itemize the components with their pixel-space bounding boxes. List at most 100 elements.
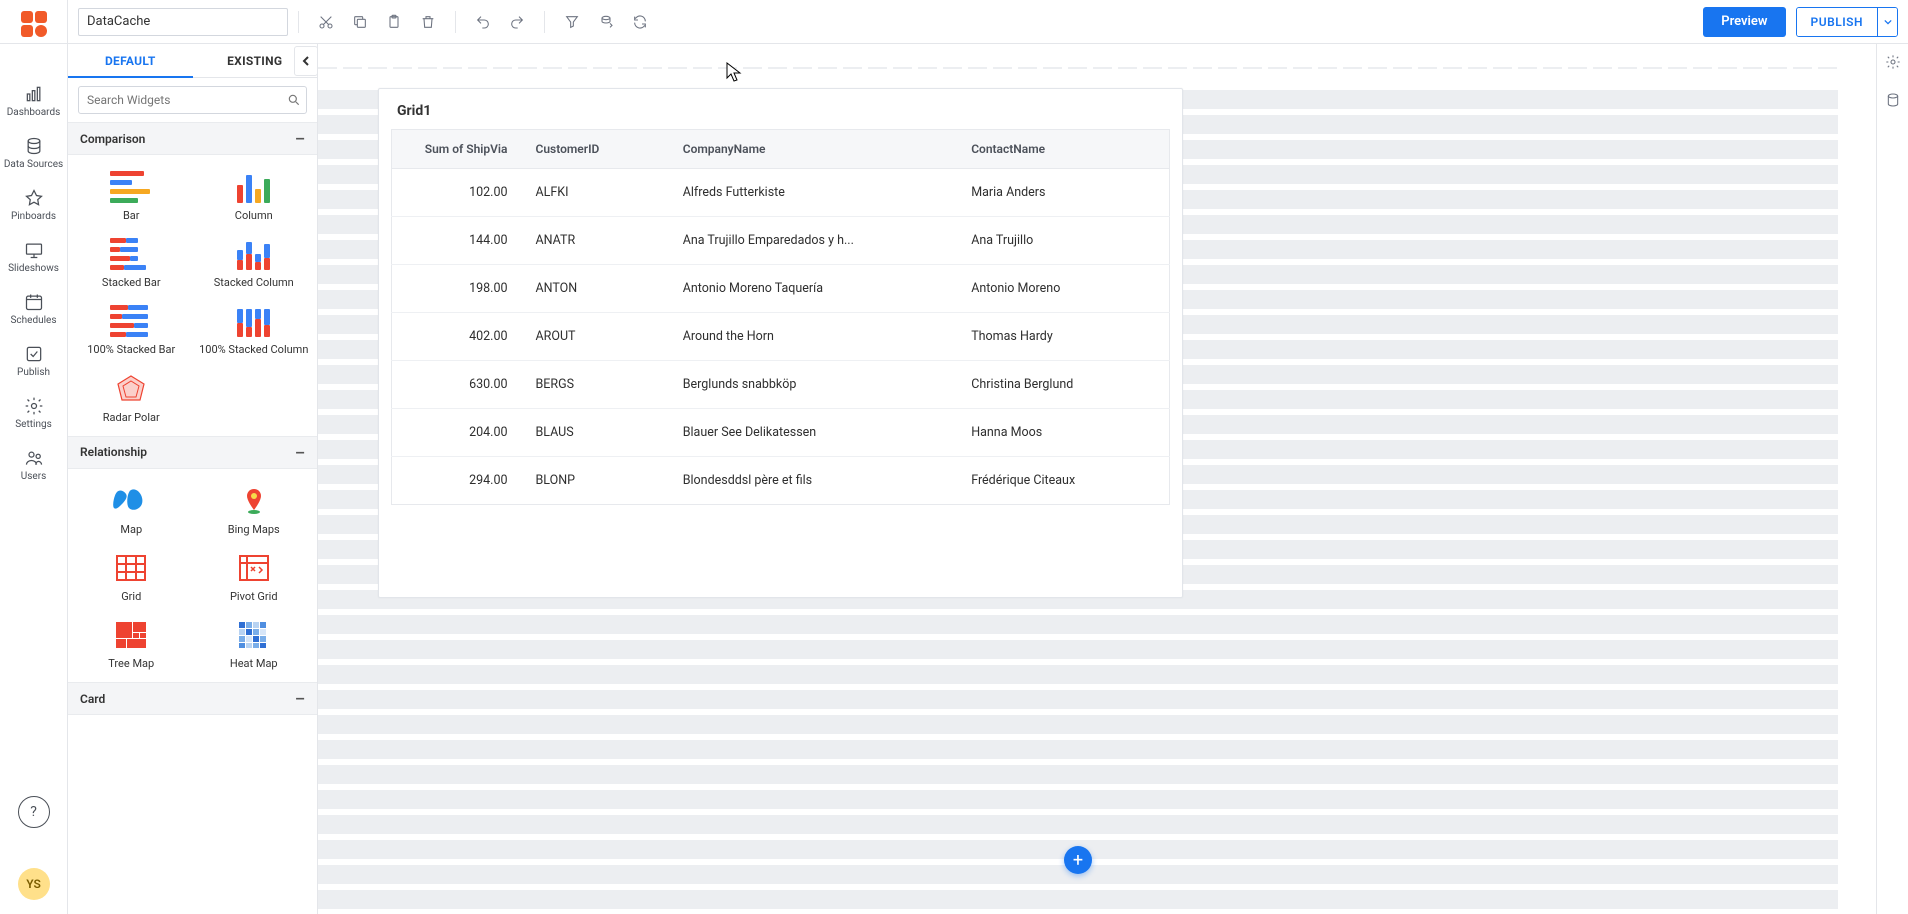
mouse-cursor-icon xyxy=(726,62,742,86)
table-cell: BLAUS xyxy=(522,409,669,457)
widget-100-stacked-column[interactable]: 100% Stacked Column xyxy=(193,295,316,362)
widget-label: Column xyxy=(235,209,273,222)
refresh-icon[interactable] xyxy=(623,5,657,39)
nav-label: Settings xyxy=(15,419,52,430)
nav-settings[interactable]: Settings xyxy=(0,388,67,440)
nav-slideshows[interactable]: Slideshows xyxy=(0,232,67,284)
cut-icon[interactable] xyxy=(309,5,343,39)
group-header-relationship[interactable]: Relationship – xyxy=(68,436,317,469)
table-cell: ANTON xyxy=(522,265,669,313)
nav-label: Slideshows xyxy=(8,263,59,274)
nav-schedules[interactable]: Schedules xyxy=(0,284,67,336)
column-header[interactable]: ContactName xyxy=(957,130,1169,169)
dashboard-name-input[interactable] xyxy=(78,8,288,36)
collapse-icon: – xyxy=(295,443,305,462)
preview-button[interactable]: Preview xyxy=(1703,7,1785,37)
group-header-comparison[interactable]: Comparison – xyxy=(68,122,317,155)
nav-users[interactable]: Users xyxy=(0,440,67,492)
copy-icon[interactable] xyxy=(343,5,377,39)
widget-tree-map[interactable]: Tree Map xyxy=(70,609,193,676)
table-row[interactable]: 102.00ALFKIAlfreds FutterkisteMaria Ande… xyxy=(392,169,1170,217)
group-title: Card xyxy=(80,692,105,706)
nav-pinboards[interactable]: Pinboards xyxy=(0,180,67,232)
table-cell: 402.00 xyxy=(392,313,522,361)
table-row[interactable]: 144.00ANATRAna Trujillo Emparedados y h.… xyxy=(392,217,1170,265)
widget-radar-polar[interactable]: Radar Polar xyxy=(70,363,193,430)
table-cell: Ana Trujillo Emparedados y h... xyxy=(669,217,957,265)
table-cell: 630.00 xyxy=(392,361,522,409)
table-row[interactable]: 198.00ANTONAntonio Moreno TaqueríaAntoni… xyxy=(392,265,1170,313)
nav-label: Data Sources xyxy=(4,159,63,170)
widget-label: Stacked Bar xyxy=(102,276,161,289)
group-header-card[interactable]: Card – xyxy=(68,682,317,715)
properties-icon[interactable] xyxy=(1885,54,1901,74)
widget-label: Tree Map xyxy=(108,657,154,670)
data-panel-icon[interactable] xyxy=(1885,92,1901,112)
table-cell: Berglunds snabbköp xyxy=(669,361,957,409)
column-header[interactable]: Sum of ShipVia xyxy=(392,130,522,169)
table-row[interactable]: 402.00AROUTAround the HornThomas Hardy xyxy=(392,313,1170,361)
table-row[interactable]: 630.00BERGSBerglunds snabbköpChristina B… xyxy=(392,361,1170,409)
help-button[interactable]: ? xyxy=(18,796,50,828)
nav-label: Publish xyxy=(17,367,50,378)
widget-pivot-grid[interactable]: Pivot Grid xyxy=(193,542,316,609)
widget-map[interactable]: Map xyxy=(70,475,193,542)
user-avatar[interactable]: YS xyxy=(18,868,50,900)
table-cell: BLONP xyxy=(522,457,669,505)
widget-label: 100% Stacked Bar xyxy=(87,343,175,356)
add-tab-button[interactable]: + xyxy=(1064,846,1092,874)
collapse-icon: – xyxy=(295,689,305,708)
table-cell: 144.00 xyxy=(392,217,522,265)
widget-title: Grid1 xyxy=(379,89,1182,129)
widget-bar[interactable]: Bar xyxy=(70,161,193,228)
widget-bing-maps[interactable]: Bing Maps xyxy=(193,475,316,542)
widget-grid-chart[interactable]: Grid xyxy=(70,542,193,609)
search-input[interactable] xyxy=(78,86,307,114)
widget-heat-map[interactable]: Heat Map xyxy=(193,609,316,676)
table-cell: 198.00 xyxy=(392,265,522,313)
widget-label: Bing Maps xyxy=(228,523,280,536)
table-cell: Ana Trujillo xyxy=(957,217,1169,265)
widget-label: Pivot Grid xyxy=(230,590,278,603)
table-cell: Frédérique Citeaux xyxy=(957,457,1169,505)
nav-label: Dashboards xyxy=(7,107,61,118)
widget-label: Stacked Column xyxy=(214,276,294,289)
topbar: Preview PUBLISH xyxy=(0,0,1908,44)
table-cell: ALFKI xyxy=(522,169,669,217)
column-header[interactable]: CustomerID xyxy=(522,130,669,169)
table-cell: Hanna Moos xyxy=(957,409,1169,457)
nav-publish[interactable]: Publish xyxy=(0,336,67,388)
nav-label: Schedules xyxy=(10,315,56,326)
canvas-area[interactable]: Grid1 Sum of ShipVia CustomerID CompanyN… xyxy=(318,44,1876,914)
column-header[interactable]: CompanyName xyxy=(669,130,957,169)
widget-palette: DEFAULT EXISTING Comparison – xyxy=(68,44,318,914)
collapse-palette-button[interactable] xyxy=(294,46,318,76)
nav-rail: Dashboards Data Sources Pinboards Slides… xyxy=(0,0,68,914)
redo-icon[interactable] xyxy=(500,5,534,39)
publish-button[interactable]: PUBLISH xyxy=(1797,8,1877,36)
nav-dashboards[interactable]: Dashboards xyxy=(0,76,67,128)
filter-icon[interactable] xyxy=(555,5,589,39)
table-row[interactable]: 204.00BLAUSBlauer See DelikatessenHanna … xyxy=(392,409,1170,457)
table-cell: Christina Berglund xyxy=(957,361,1169,409)
table-cell: 204.00 xyxy=(392,409,522,457)
widget-stacked-bar[interactable]: Stacked Bar xyxy=(70,228,193,295)
publish-dropdown[interactable] xyxy=(1877,8,1897,36)
widget-stacked-column[interactable]: Stacked Column xyxy=(193,228,316,295)
table-row[interactable]: 294.00BLONPBlondesddsl père et filsFrédé… xyxy=(392,457,1170,505)
table-cell: Antonio Moreno xyxy=(957,265,1169,313)
grid-widget[interactable]: Grid1 Sum of ShipVia CustomerID CompanyN… xyxy=(378,88,1183,598)
tab-default[interactable]: DEFAULT xyxy=(68,54,193,68)
table-cell: 102.00 xyxy=(392,169,522,217)
link-data-icon[interactable] xyxy=(589,5,623,39)
widget-label: Bar xyxy=(123,209,140,222)
widget-label: Heat Map xyxy=(230,657,278,670)
delete-icon[interactable] xyxy=(411,5,445,39)
undo-icon[interactable] xyxy=(466,5,500,39)
widget-100-stacked-bar[interactable]: 100% Stacked Bar xyxy=(70,295,193,362)
table-cell: AROUT xyxy=(522,313,669,361)
table-cell: Blauer See Delikatessen xyxy=(669,409,957,457)
nav-data-sources[interactable]: Data Sources xyxy=(0,128,67,180)
paste-icon[interactable] xyxy=(377,5,411,39)
widget-column[interactable]: Column xyxy=(193,161,316,228)
